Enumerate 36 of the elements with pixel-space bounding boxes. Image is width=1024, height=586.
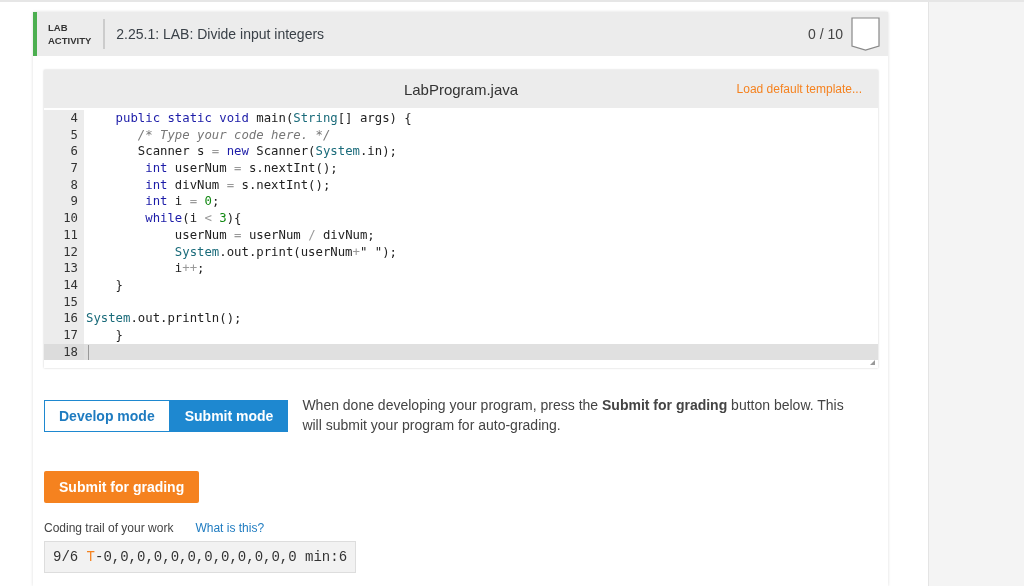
- load-template-link[interactable]: Load default template...: [736, 82, 862, 96]
- submit-button[interactable]: Submit for grading: [44, 471, 200, 504]
- code-line: }: [114, 276, 125, 294]
- code-line: userNum = userNum / divNum;: [173, 226, 376, 244]
- mode-tab[interactable]: Submit mode: [169, 400, 289, 433]
- text-cursor: [88, 344, 89, 360]
- line-number: 16: [44, 310, 84, 327]
- code-line: while(i < 3){: [144, 210, 243, 227]
- code-line: /* Type your code here. */: [136, 126, 332, 144]
- coding-trail-text: 9/6 T-0,0,0,0,0,0,0,0,0,0,0,0 min:6: [44, 541, 357, 574]
- file-name: LabProgram.java: [403, 80, 519, 98]
- instructions-text: When done developing your program, press the Submit for grading button below. This will submit your program for auto-grading.: [302, 396, 845, 436]
- activity-title: 2.25.1: LAB: Divide input integers: [116, 26, 326, 42]
- line-number: 4: [44, 110, 84, 127]
- score-text: 0 / 10: [807, 26, 843, 42]
- mode-tab[interactable]: Develop mode: [44, 400, 170, 433]
- trail-label: Coding trail of your work: [44, 521, 174, 536]
- resize-handle-icon[interactable]: [870, 360, 875, 366]
- code-line: }: [114, 326, 125, 344]
- code-line: System.out.println();: [85, 310, 243, 327]
- code-line: i++;: [173, 260, 206, 277]
- code-line: System.out.print(userNum+" ");: [173, 243, 398, 261]
- code-editor[interactable]: [44, 108, 878, 369]
- help-link[interactable]: What is this?: [195, 521, 265, 536]
- code-line: int i = 0;: [144, 193, 221, 211]
- line-number: 7: [44, 160, 84, 177]
- completion-badge-icon: [851, 17, 880, 51]
- line-number: 6: [44, 143, 84, 161]
- line-number: 10: [44, 210, 84, 227]
- line-number: 13: [44, 260, 84, 277]
- code-line: Scanner s = new Scanner(System.in);: [136, 143, 398, 161]
- code-line: public static void main(String[] args) {: [114, 110, 413, 127]
- code-line: int divNum = s.nextInt();: [144, 176, 332, 194]
- code-line: int userNum = s.nextInt();: [144, 160, 339, 177]
- activity-label: LAB ACTIVITY: [48, 19, 106, 49]
- line-number: 9: [44, 193, 84, 211]
